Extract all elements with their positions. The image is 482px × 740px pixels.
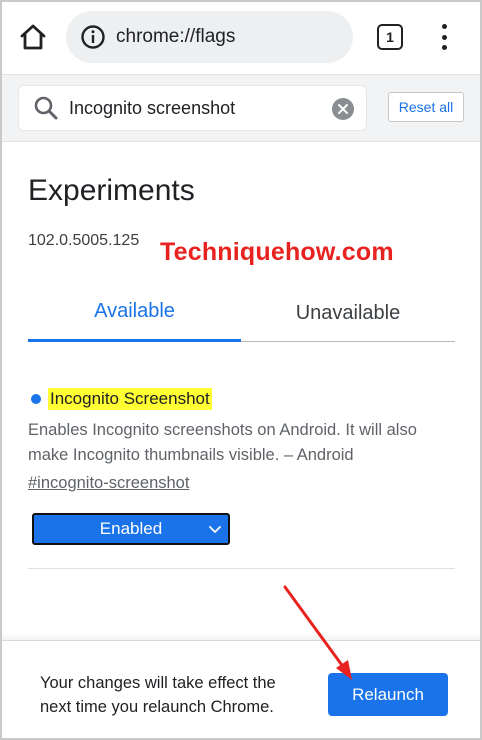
tab-switcher-button[interactable]: 1 xyxy=(377,24,403,50)
browser-toolbar: chrome://flags 1 xyxy=(0,0,482,74)
flag-name: Incognito Screenshot xyxy=(48,388,212,410)
info-icon[interactable] xyxy=(80,24,106,50)
home-icon xyxy=(20,24,46,50)
version-label: 102.0.5005.125 xyxy=(28,232,140,249)
tab-available[interactable]: Available xyxy=(28,284,241,342)
modified-dot-icon xyxy=(31,394,41,404)
chevron-down-icon xyxy=(209,526,221,533)
menu-dot-icon xyxy=(441,45,447,50)
relaunch-bar: Your changes will take effect the next t… xyxy=(0,640,482,740)
flag-state-value: Enabled xyxy=(99,519,163,538)
omnibox[interactable]: chrome://flags xyxy=(66,11,353,63)
flag-header: Incognito Screenshot xyxy=(28,388,455,410)
menu-dot-icon xyxy=(441,34,447,40)
flag-description: Enables Incognito screenshots on Android… xyxy=(28,421,417,464)
watermark: Techniquehow.com xyxy=(160,238,394,266)
menu-dot-icon xyxy=(441,24,447,29)
clear-search-icon[interactable] xyxy=(332,98,354,120)
reset-all-button[interactable]: Reset all xyxy=(388,92,464,122)
search-box xyxy=(18,85,367,131)
search-input[interactable] xyxy=(69,97,319,119)
divider xyxy=(28,568,455,569)
overflow-menu-button[interactable] xyxy=(434,22,454,52)
flags-search-bar: Reset all xyxy=(0,74,482,142)
relaunch-message: Your changes will take effect the next t… xyxy=(40,674,276,716)
relaunch-button[interactable]: Relaunch xyxy=(328,673,448,716)
page-title: Experiments xyxy=(28,174,195,207)
tab-count: 1 xyxy=(386,29,394,45)
tab-unavailable[interactable]: Unavailable xyxy=(241,284,455,342)
flag-entry: Incognito Screenshot Enables Incognito s… xyxy=(28,388,455,569)
tab-bar: Available Unavailable xyxy=(28,284,455,342)
flag-permalink[interactable]: #incognito-screenshot xyxy=(28,474,189,493)
search-icon xyxy=(33,95,59,121)
url-text: chrome://flags xyxy=(116,26,236,47)
flag-state-select[interactable]: Enabled xyxy=(32,513,230,545)
home-button[interactable] xyxy=(16,20,50,54)
